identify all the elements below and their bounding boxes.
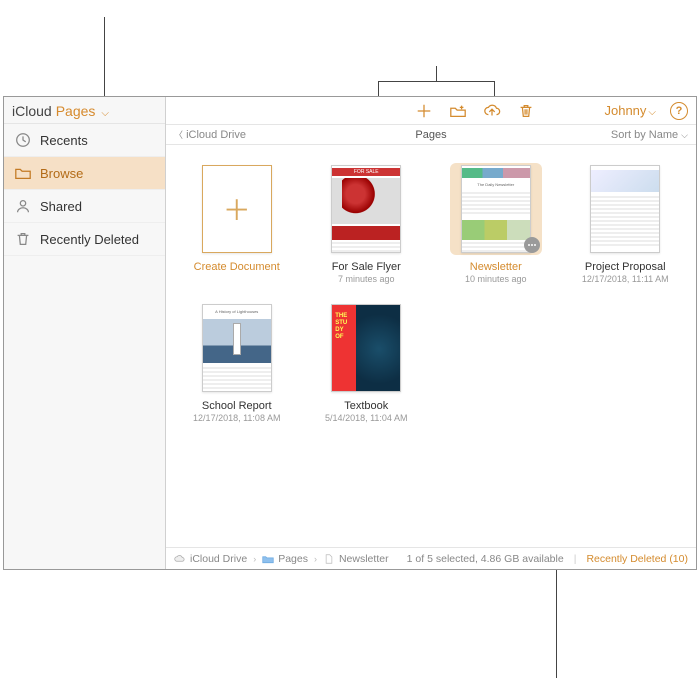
chevron-left-icon: 〈: [174, 130, 183, 140]
chevron-down-icon: ⌵: [101, 108, 109, 119]
sort-label: Sort by Name: [611, 129, 678, 141]
sidebar-item-recently-deleted[interactable]: Recently Deleted: [4, 223, 165, 256]
delete-button[interactable]: [516, 101, 536, 121]
sidebar-item-browse[interactable]: Browse: [4, 157, 165, 190]
document-tile[interactable]: THESTUDYOF Textbook 5/14/2018, 11:04 AM: [312, 302, 422, 423]
document-thumbnail: The Daily Newsletter: [461, 165, 531, 253]
shared-icon: [14, 197, 32, 215]
document-tile[interactable]: FOR SALE For Sale Flyer 7 minutes ago: [312, 163, 422, 284]
sort-menu[interactable]: Sort by Name ⌵: [611, 129, 688, 141]
sidebar-title-app: Pages: [56, 103, 96, 119]
document-subtitle: 10 minutes ago: [465, 274, 527, 284]
document-title: For Sale Flyer: [332, 261, 401, 273]
cloud-icon: [174, 554, 186, 564]
sidebar-item-shared[interactable]: Shared: [4, 190, 165, 223]
document-title: Newsletter: [470, 261, 522, 273]
main-area: Johnny⌵ ? 〈 iCloud Drive Pages Sort by N…: [166, 97, 696, 569]
help-button[interactable]: ?: [670, 102, 688, 120]
plus-icon: ＋: [223, 189, 251, 229]
breadcrumb-segment[interactable]: Newsletter: [339, 553, 389, 565]
new-folder-button[interactable]: [448, 101, 468, 121]
trash-icon: [14, 230, 32, 248]
callout-line: [436, 66, 437, 81]
app-window: iCloud Pages ⌵ Recents Browse: [3, 96, 697, 570]
breadcrumb-segment[interactable]: iCloud Drive: [190, 553, 247, 565]
toolbar: Johnny⌵ ?: [166, 97, 696, 125]
sidebar-item-recents[interactable]: Recents: [4, 124, 165, 157]
document-thumbnail: [590, 165, 660, 253]
create-document-tile[interactable]: ＋ Create Document: [182, 163, 292, 284]
status-bar: iCloud Drive › Pages › Newsletter 1 of 5…: [166, 547, 696, 569]
location-title: Pages: [415, 129, 446, 141]
more-options-button[interactable]: [524, 237, 540, 253]
sidebar-title-prefix: iCloud: [12, 103, 52, 119]
sidebar-item-label: Shared: [40, 199, 82, 214]
sidebar-item-label: Recents: [40, 133, 88, 148]
document-subtitle: 5/14/2018, 11:04 AM: [325, 413, 407, 423]
folder-icon: [262, 554, 274, 564]
document-title: Project Proposal: [585, 261, 666, 273]
selection-status: 1 of 5 selected, 4.86 GB available: [407, 553, 564, 565]
back-label: iCloud Drive: [186, 129, 246, 141]
breadcrumb-segment[interactable]: Pages: [278, 553, 308, 565]
document-title: School Report: [202, 400, 272, 412]
document-thumbnail: THESTUDYOF: [331, 304, 401, 392]
location-bar: 〈 iCloud Drive Pages Sort by Name ⌵: [166, 125, 696, 145]
document-title: Textbook: [344, 400, 388, 412]
folder-icon: [14, 164, 32, 182]
chevron-right-icon: ›: [253, 554, 256, 564]
clock-icon: [14, 131, 32, 149]
document-thumbnail: A History of Lighthouses: [202, 304, 272, 392]
chevron-down-icon: ⌵: [681, 130, 688, 140]
sidebar: iCloud Pages ⌵ Recents Browse: [4, 97, 166, 569]
document-subtitle: 12/17/2018, 11:08 AM: [193, 413, 280, 423]
upload-button[interactable]: [482, 101, 502, 121]
document-tile[interactable]: Project Proposal 12/17/2018, 11:11 AM: [571, 163, 681, 284]
document-tile[interactable]: The Daily Newsletter Newsletter 10 minut…: [441, 163, 551, 284]
add-button[interactable]: [414, 101, 434, 121]
document-thumbnail: FOR SALE: [331, 165, 401, 253]
document-subtitle: 7 minutes ago: [338, 274, 395, 284]
user-name-label: Johnny: [604, 103, 646, 118]
chevron-right-icon: ›: [314, 554, 317, 564]
recently-deleted-link[interactable]: Recently Deleted (10): [586, 553, 688, 565]
sidebar-item-label: Recently Deleted: [40, 232, 139, 247]
document-icon: [323, 554, 335, 564]
chevron-down-icon: ⌵: [648, 107, 656, 118]
user-menu[interactable]: Johnny⌵: [604, 103, 656, 118]
sidebar-app-switcher[interactable]: iCloud Pages ⌵: [4, 97, 165, 124]
sidebar-item-label: Browse: [40, 166, 83, 181]
callout-line: [378, 81, 494, 82]
document-title: Create Document: [194, 261, 280, 273]
document-tile[interactable]: A History of Lighthouses School Report 1…: [182, 302, 292, 423]
document-subtitle: 12/17/2018, 11:11 AM: [582, 274, 669, 284]
document-grid: ＋ Create Document FOR SALE For Sale Flye…: [166, 145, 696, 547]
back-breadcrumb[interactable]: 〈 iCloud Drive: [174, 128, 246, 141]
